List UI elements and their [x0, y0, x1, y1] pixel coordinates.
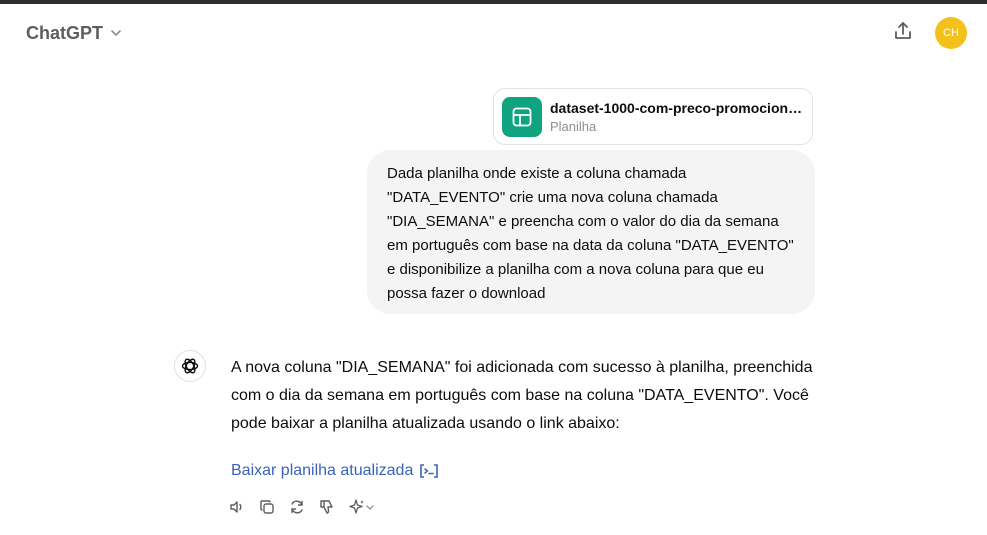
spreadsheet-icon	[502, 96, 542, 137]
copy-icon	[258, 498, 276, 516]
regenerate-button[interactable]	[286, 496, 308, 518]
thumbs-down-icon	[318, 498, 336, 516]
file-attachment-card[interactable]: dataset-1000-com-preco-promocional... Pl…	[493, 88, 813, 145]
file-type: Planilha	[550, 118, 597, 134]
code-interpreter-icon	[419, 463, 439, 479]
share-button[interactable]	[888, 16, 918, 46]
header: ChatGPT CH	[0, 4, 987, 60]
chevron-down-icon	[109, 26, 123, 40]
read-aloud-icon	[228, 498, 246, 516]
model-switcher[interactable]: ChatGPT	[16, 16, 133, 50]
sparkle-icon	[348, 498, 376, 516]
model-options-button[interactable]	[346, 496, 378, 518]
share-icon	[892, 20, 914, 42]
message-actions	[226, 496, 378, 518]
file-name: dataset-1000-com-preco-promocional...	[550, 99, 804, 116]
user-avatar[interactable]: CH	[935, 17, 967, 49]
model-name: ChatGPT	[26, 22, 104, 43]
regenerate-icon	[288, 498, 306, 516]
openai-logo-icon	[174, 350, 206, 382]
assistant-message-text: A nova coluna "DIA_SEMANA" foi adicionad…	[231, 359, 813, 432]
user-message-bubble: Dada planilha onde existe a coluna chama…	[367, 150, 815, 314]
download-link-label: Baixar planilha atualizada	[231, 462, 414, 479]
download-link[interactable]: Baixar planilha atualizada	[231, 459, 439, 483]
read-aloud-button[interactable]	[226, 496, 248, 518]
file-meta: dataset-1000-com-preco-promocional... Pl…	[550, 100, 804, 134]
copy-button[interactable]	[256, 496, 278, 518]
thumbs-down-button[interactable]	[316, 496, 338, 518]
